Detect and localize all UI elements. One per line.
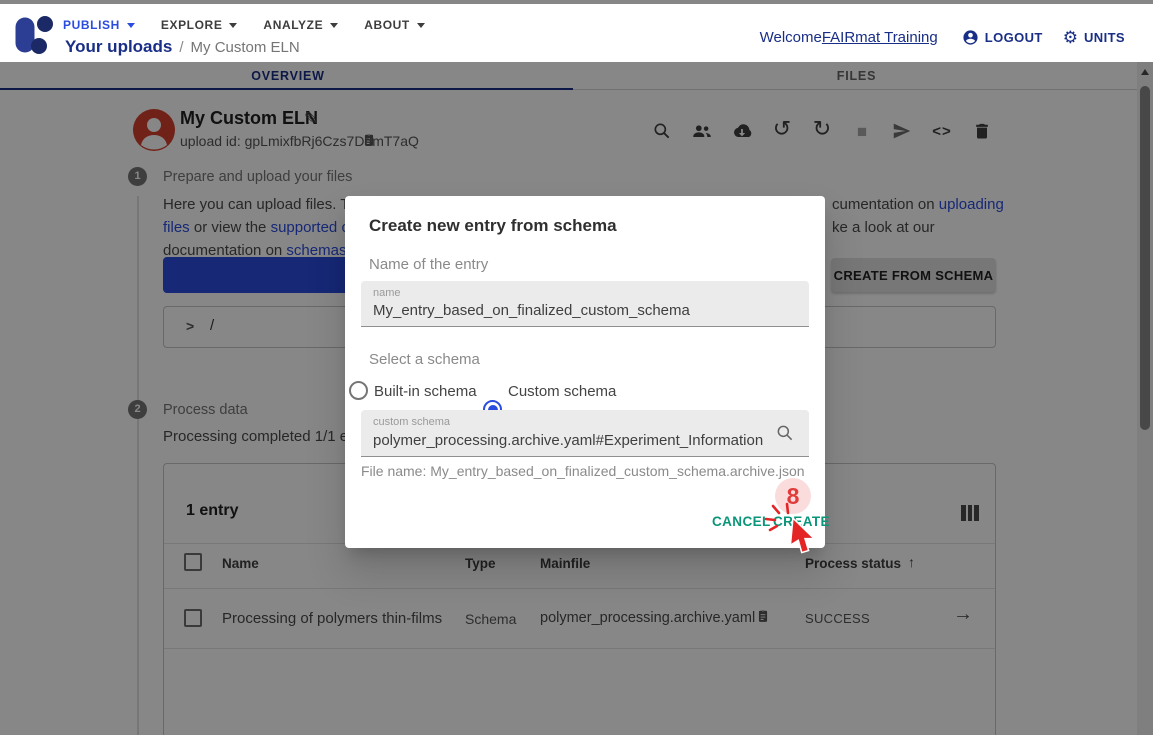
file-name-note: File name: My_entry_based_on_finalized_c… [361,463,805,479]
radio-builtin-schema[interactable] [349,381,368,400]
schema-section-label: Select a schema [369,351,480,368]
breadcrumb-current: My Custom ELN [191,39,300,56]
chevron-down-icon [330,23,338,28]
welcome-text: Welcome [760,29,822,46]
chevron-down-icon [417,23,425,28]
nav-item-about-label: ABOUT [364,18,410,32]
nav-item-about[interactable]: ABOUT [364,18,425,32]
nav-item-publish-label: PUBLISH [63,18,120,32]
chevron-down-icon [229,23,237,28]
cursor-pointer-icon [785,518,827,562]
nav-item-explore[interactable]: EXPLORE [161,18,238,32]
breadcrumb-separator: / [179,39,183,56]
custom-schema-input-value: polymer_processing.archive.yaml#Experime… [373,432,763,449]
radio-builtin-schema-label[interactable]: Built-in schema [374,383,477,400]
nav-item-explore-label: EXPLORE [161,18,223,32]
create-entry-dialog: Create new entry from schema Name of the… [345,196,825,548]
entry-name-input[interactable]: name My_entry_based_on_finalized_custom_… [361,281,809,327]
user-icon [962,29,979,46]
schema-search-icon[interactable] [775,423,795,443]
entry-name-input-label: name [373,287,401,299]
breadcrumb-your-uploads[interactable]: Your uploads [65,37,172,57]
custom-schema-input[interactable]: custom schema polymer_processing.archive… [361,410,809,457]
logout-button[interactable]: LOGOUT [985,30,1043,45]
custom-schema-input-label: custom schema [373,416,450,428]
app-window: PUBLISH EXPLORE ANALYZE ABOUT Your uploa… [0,0,1153,735]
gear-icon: ⚙ [1063,29,1078,46]
dialog-title: Create new entry from schema [369,216,617,236]
entry-name-input-value: My_entry_based_on_finalized_custom_schem… [373,302,690,319]
nav-item-analyze[interactable]: ANALYZE [263,18,338,32]
nav-item-analyze-label: ANALYZE [263,18,323,32]
app-header: PUBLISH EXPLORE ANALYZE ABOUT Your uploa… [0,4,1153,62]
user-link[interactable]: FAIRmat Training [822,29,938,46]
name-section-label: Name of the entry [369,256,488,273]
chevron-down-icon [127,23,135,28]
nav-item-publish[interactable]: PUBLISH [63,18,135,32]
units-button[interactable]: UNITS [1084,30,1125,45]
radio-custom-schema-label[interactable]: Custom schema [508,383,616,400]
nomad-logo[interactable] [13,15,59,57]
breadcrumb: Your uploads / My Custom ELN [65,36,300,58]
